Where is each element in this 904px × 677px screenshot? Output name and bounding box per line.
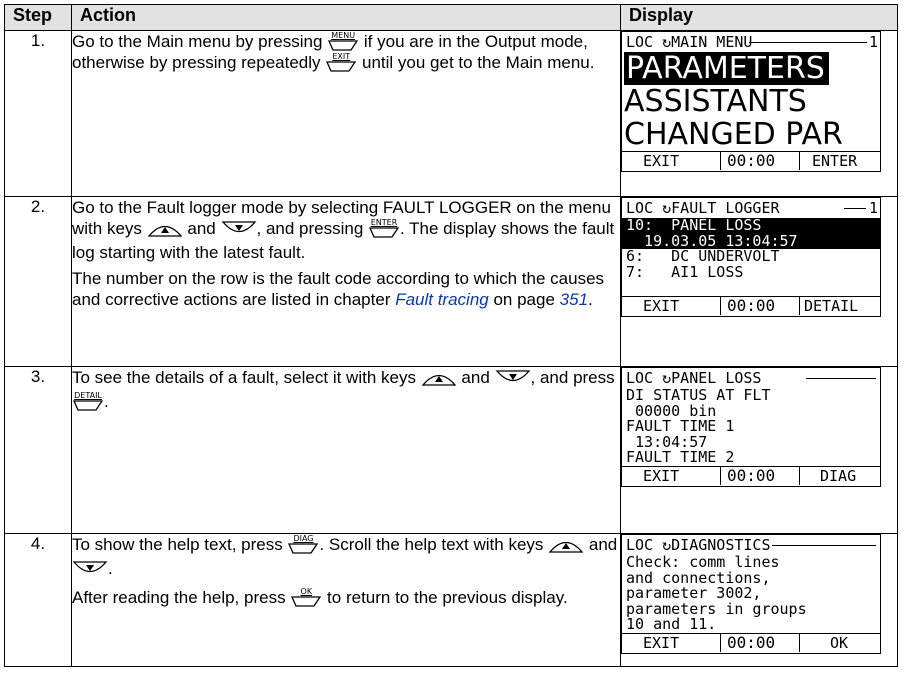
lcd-footer: EXIT 00:00 DIAG [622,465,880,486]
display-cell: LOC ↻DIAGNOSTICS Check: comm lines and c… [620,533,898,667]
action-text: To see the details of a fault, select it… [72,368,416,387]
header-action: Action [71,4,621,31]
lcd-clock: 00:00 [720,152,775,170]
table-row: 2. Go to the Fault logger mode by select… [4,196,898,367]
detail-key-icon: DETAIL [72,392,104,412]
lcd-header-text: LOC ↻FAULT LOGGER [626,199,780,217]
lcd-line: ASSISTANTS [624,84,807,119]
down-arrow-key-icon [221,221,257,242]
action-text: and [588,535,618,554]
header-step: Step [4,4,72,31]
lcd-header: LOC ↻PANEL LOSS [622,368,880,388]
action-text: and [187,219,216,238]
lcd-line: CHANGED PAR [624,117,843,152]
header-display: Display [620,4,898,31]
action-text: and [461,368,490,387]
lcd-softkey-left: EXIT [643,633,680,652]
action-cell: Go to the Fault logger mode by selecting… [71,196,621,367]
table-row: 1. Go to the Main menu by pressing MENU … [4,30,898,197]
lcd-page-number: 1 [868,33,878,51]
lcd-softkey-left: EXIT [643,296,680,315]
action-text: Go to the Main menu by pressing [72,32,323,51]
diag-key-icon: DIAG [287,535,319,555]
table-row: 4. To show the help text, press DIAG. Sc… [4,533,898,667]
lcd-clock: 00:00 [720,633,775,652]
lcd-header-text: LOC ↻PANEL LOSS [626,369,762,387]
page-link[interactable]: 351 [560,290,588,309]
action-text: , and pressing [256,219,364,238]
up-arrow-key-icon [421,370,457,391]
step-number: 4. [4,533,72,667]
lcd-line: 10 and 11. [626,615,717,634]
enter-key-icon: ENTER [368,219,400,239]
lcd-softkey-right: ENTER [799,152,857,170]
action-text: . [108,559,113,578]
lcd-display: LOC ↻DIAGNOSTICS Check: comm lines and c… [621,534,881,654]
menu-key-icon: MENU [327,32,359,52]
lcd-footer: EXIT 00:00 DETAIL [622,295,880,316]
step-number: 2. [4,196,72,367]
lcd-header-text: LOC ↻MAIN MENU [626,33,753,51]
lcd-page-number: 1 [868,199,878,217]
up-arrow-key-icon [147,221,183,242]
action-cell: To show the help text, press DIAG. Scrol… [71,533,621,667]
step-number: 3. [4,366,72,534]
action-text: After reading the help, press [72,588,286,607]
action-text: . Scroll the help text with keys [319,535,544,554]
lcd-line-selected: PARAMETERS [624,52,829,85]
lcd-display: LOC ↻MAIN MENU 1 PARAMETERS ASSISTANTS C… [621,31,881,172]
step-number: 1. [4,30,72,197]
up-arrow-key-icon [548,537,584,558]
lcd-clock: 00:00 [720,466,775,485]
lcd-softkey-left: EXIT [643,152,680,170]
fault-tracing-link[interactable]: Fault tracing [395,290,489,309]
down-arrow-key-icon [495,370,531,391]
lcd-line: 7: AI1 LOSS [626,262,744,281]
lcd-softkey-right: OK [799,633,848,652]
action-text: , and press [530,368,615,387]
procedure-table: Step Action Display 1. Go to the Main me… [4,4,898,667]
action-cell: Go to the Main menu by pressing MENU if … [71,30,621,197]
lcd-display: LOC ↻PANEL LOSS DI STATUS AT FLT 00000 b… [621,367,881,487]
display-cell: LOC ↻MAIN MENU 1 PARAMETERS ASSISTANTS C… [620,30,898,197]
lcd-display: LOC ↻FAULT LOGGER 1 10: PANEL LOSS 19.03… [621,197,881,317]
action-text: . [588,290,593,309]
action-text: until you get to the Main menu. [362,53,595,72]
lcd-header: LOC ↻MAIN MENU 1 [622,32,880,52]
lcd-header: LOC ↻FAULT LOGGER 1 [622,198,880,218]
lcd-softkey-right: DIAG [799,466,856,485]
down-arrow-key-icon [72,561,108,582]
display-cell: LOC ↻FAULT LOGGER 1 10: PANEL LOSS 19.03… [620,196,898,367]
table-header-row: Step Action Display [4,4,898,31]
table-row: 3. To see the details of a fault, select… [4,366,898,534]
display-cell: LOC ↻PANEL LOSS DI STATUS AT FLT 00000 b… [620,366,898,534]
exit-key-icon: EXIT [325,53,357,73]
lcd-softkey-left: EXIT [643,466,680,485]
lcd-clock: 00:00 [720,296,775,315]
ok-key-icon: OK [290,588,322,608]
action-text: To show the help text, press [72,535,283,554]
action-text: . [104,392,109,411]
action-text: on page [493,290,555,309]
lcd-footer: EXIT 00:00 ENTER [622,151,880,171]
action-cell: To see the details of a fault, select it… [71,366,621,534]
lcd-line: FAULT TIME 2 [626,448,735,467]
lcd-softkey-right: DETAIL [799,296,858,315]
lcd-header-text: LOC ↻DIAGNOSTICS [626,536,771,554]
lcd-header: LOC ↻DIAGNOSTICS [622,535,880,555]
lcd-footer: EXIT 00:00 OK [622,632,880,653]
action-text: to return to the previous display. [327,588,568,607]
